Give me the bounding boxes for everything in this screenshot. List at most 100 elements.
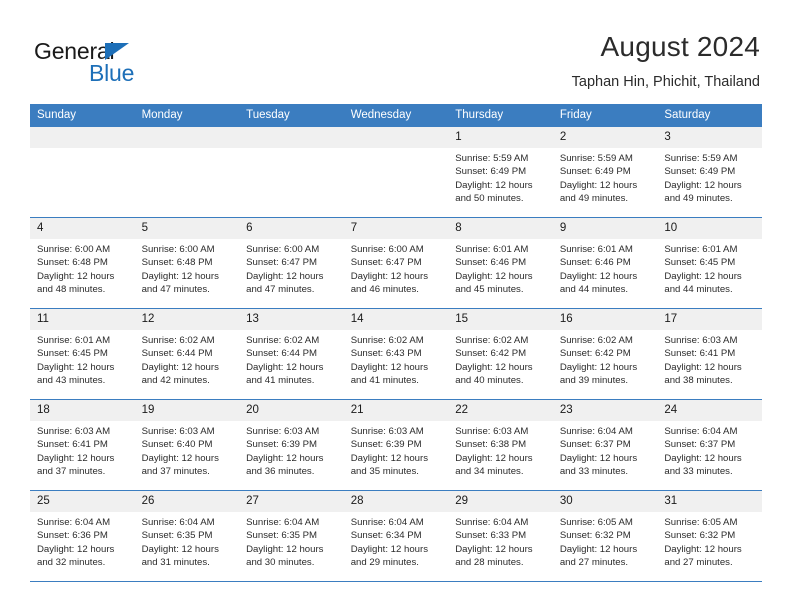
day-details: Sunrise: 6:00 AM Sunset: 6:47 PM Daylight:… [239, 239, 344, 297]
sunset-text: Sunset: 6:49 PM [559, 166, 631, 178]
day-number: 14 [343, 309, 449, 330]
day-number: 9 [552, 218, 658, 239]
sunrise-text: Sunrise: 6:03 AM [141, 426, 215, 437]
calendar-day-cell[interactable]: 7 Sunrise: 6:00 AM Sunset: 6:47 PM Daylight… [343, 217, 449, 309]
day-box [134, 127, 240, 217]
day-details: Sunrise: 6:01 AM Sunset: 6:46 PM Daylight:… [448, 239, 553, 297]
day-details: Sunrise: 6:03 AM Sunset: 6:39 PM Daylight:… [239, 421, 344, 479]
daylight-text-line1: Daylight: 12 hours [37, 452, 115, 464]
daylight-text-line1: Daylight: 12 hours [455, 361, 533, 373]
calendar-day-cell[interactable]: 3 Sunrise: 5:59 AM Sunset: 6:49 PM Daylight… [657, 126, 762, 218]
day-number: 7 [343, 218, 449, 239]
calendar-day-cell[interactable]: 16 Sunrise: 6:02 AM Sunset: 6:42 PM Dayligh… [552, 308, 658, 400]
calendar-day-cell[interactable]: 11 Sunrise: 6:01 AM Sunset: 6:45 PM Dayligh… [30, 308, 135, 400]
daylight-text-line1: Daylight: 12 hours [246, 361, 324, 373]
calendar-day-cell[interactable]: 24 Sunrise: 6:04 AM Sunset: 6:37 PM Dayligh… [657, 399, 762, 491]
daylight-text-line2: and 47 minutes. [246, 284, 315, 296]
daylight-text-line2: and 34 minutes. [455, 466, 524, 478]
sunset-text: Sunset: 6:46 PM [455, 257, 527, 269]
sunset-text: Sunset: 6:35 PM [246, 530, 318, 542]
day-number: 4 [30, 218, 135, 239]
calendar-day-cell[interactable]: 5 Sunrise: 6:00 AM Sunset: 6:48 PM Daylight… [134, 217, 240, 309]
day-number: 15 [448, 309, 553, 330]
calendar-day-cell[interactable]: 28 Sunrise: 6:04 AM Sunset: 6:34 PM Dayligh… [343, 490, 449, 582]
day-number: 31 [657, 491, 762, 512]
sunrise-text: Sunrise: 6:01 AM [664, 244, 738, 255]
calendar-day-cell[interactable]: 10 Sunrise: 6:01 AM Sunset: 6:45 PM Dayligh… [657, 217, 762, 309]
sunset-text: Sunset: 6:32 PM [664, 530, 736, 542]
day-box: 3 Sunrise: 5:59 AM Sunset: 6:49 PM Daylight… [657, 127, 762, 217]
sunset-text: Sunset: 6:46 PM [559, 257, 631, 269]
calendar-day-cell[interactable]: 17 Sunrise: 6:03 AM Sunset: 6:41 PM Dayligh… [657, 308, 762, 400]
weekday-header-friday: Friday [552, 104, 658, 127]
calendar-day-cell[interactable]: 25 Sunrise: 6:04 AM Sunset: 6:36 PM Dayligh… [30, 490, 135, 582]
day-number: 30 [552, 491, 658, 512]
day-box: 18 Sunrise: 6:03 AM Sunset: 6:41 PM Dayligh… [30, 400, 135, 490]
calendar-day-cell[interactable]: 23 Sunrise: 6:04 AM Sunset: 6:37 PM Dayligh… [552, 399, 658, 491]
calendar-day-cell[interactable]: 27 Sunrise: 6:04 AM Sunset: 6:35 PM Dayligh… [239, 490, 344, 582]
day-box: 19 Sunrise: 6:03 AM Sunset: 6:40 PM Dayligh… [134, 400, 240, 490]
day-details: Sunrise: 6:02 AM Sunset: 6:44 PM Daylight:… [239, 330, 344, 388]
day-number: 13 [239, 309, 344, 330]
calendar-day-cell[interactable]: 30 Sunrise: 6:05 AM Sunset: 6:32 PM Dayligh… [552, 490, 658, 582]
daylight-text-line2: and 30 minutes. [246, 557, 315, 569]
sunset-text: Sunset: 6:32 PM [559, 530, 631, 542]
day-number: 1 [448, 127, 553, 148]
calendar-day-cell[interactable]: 9 Sunrise: 6:01 AM Sunset: 6:46 PM Daylight… [552, 217, 658, 309]
calendar-day-cell[interactable]: 26 Sunrise: 6:04 AM Sunset: 6:35 PM Dayligh… [134, 490, 240, 582]
day-number: 8 [448, 218, 553, 239]
calendar-day-cell[interactable]: 19 Sunrise: 6:03 AM Sunset: 6:40 PM Dayligh… [134, 399, 240, 491]
sunset-text: Sunset: 6:34 PM [350, 530, 422, 542]
daylight-text-line2: and 37 minutes. [37, 466, 106, 478]
daylight-text-line2: and 32 minutes. [37, 557, 106, 569]
sunrise-text: Sunrise: 6:01 AM [37, 335, 111, 346]
sunset-text: Sunset: 6:43 PM [350, 348, 422, 360]
calendar-day-cell[interactable]: 31 Sunrise: 6:05 AM Sunset: 6:32 PM Dayligh… [657, 490, 762, 582]
calendar-day-cell[interactable]: 4 Sunrise: 6:00 AM Sunset: 6:48 PM Daylight… [30, 217, 135, 309]
day-box: 25 Sunrise: 6:04 AM Sunset: 6:36 PM Dayligh… [30, 491, 135, 581]
calendar-body: 1 Sunrise: 5:59 AM Sunset: 6:49 PM Daylight… [30, 126, 762, 582]
calendar-day-cell[interactable]: 21 Sunrise: 6:03 AM Sunset: 6:39 PM Dayligh… [343, 399, 449, 491]
sunrise-text: Sunrise: 6:04 AM [37, 517, 111, 528]
calendar-day-cell[interactable]: 22 Sunrise: 6:03 AM Sunset: 6:38 PM Dayligh… [448, 399, 553, 491]
daylight-text-line2: and 28 minutes. [455, 557, 524, 569]
day-number: 21 [343, 400, 449, 421]
day-number: 11 [30, 309, 135, 330]
brand-logo[interactable]: General Blue [34, 38, 234, 86]
calendar-day-cell[interactable]: 6 Sunrise: 6:00 AM Sunset: 6:47 PM Daylight… [239, 217, 344, 309]
weekday-header-sunday: Sunday [30, 104, 135, 127]
day-box [343, 127, 449, 217]
calendar-day-cell[interactable]: 15 Sunrise: 6:02 AM Sunset: 6:42 PM Dayligh… [448, 308, 553, 400]
sunrise-text: Sunrise: 6:02 AM [559, 335, 633, 346]
sunrise-text: Sunrise: 6:02 AM [141, 335, 215, 346]
calendar-day-cell[interactable]: 14 Sunrise: 6:02 AM Sunset: 6:43 PM Dayligh… [343, 308, 449, 400]
day-details: Sunrise: 6:00 AM Sunset: 6:48 PM Daylight:… [135, 239, 240, 297]
sunset-text: Sunset: 6:42 PM [455, 348, 527, 360]
day-details: Sunrise: 6:05 AM Sunset: 6:32 PM Daylight:… [657, 512, 762, 570]
calendar-day-cell[interactable]: 1 Sunrise: 5:59 AM Sunset: 6:49 PM Daylight… [448, 126, 553, 218]
daylight-text-line2: and 37 minutes. [141, 466, 210, 478]
day-details: Sunrise: 6:05 AM Sunset: 6:32 PM Daylight:… [553, 512, 658, 570]
sunrise-text: Sunrise: 6:00 AM [141, 244, 215, 255]
calendar-day-cell[interactable]: 12 Sunrise: 6:02 AM Sunset: 6:44 PM Dayligh… [134, 308, 240, 400]
calendar-day-cell[interactable]: 29 Sunrise: 6:04 AM Sunset: 6:33 PM Dayligh… [448, 490, 553, 582]
daylight-text-line2: and 27 minutes. [559, 557, 629, 569]
sunrise-text: Sunrise: 6:04 AM [141, 517, 215, 528]
daylight-text-line2: and 49 minutes. [664, 193, 733, 205]
calendar-day-cell[interactable]: 13 Sunrise: 6:02 AM Sunset: 6:44 PM Dayligh… [239, 308, 344, 400]
day-box: 22 Sunrise: 6:03 AM Sunset: 6:38 PM Dayligh… [448, 400, 553, 490]
calendar-day-cell[interactable]: 20 Sunrise: 6:03 AM Sunset: 6:39 PM Dayligh… [239, 399, 344, 491]
day-details: Sunrise: 6:01 AM Sunset: 6:45 PM Daylight:… [657, 239, 762, 297]
calendar-day-cell[interactable]: 18 Sunrise: 6:03 AM Sunset: 6:41 PM Dayligh… [30, 399, 135, 491]
calendar-day-cell[interactable]: 8 Sunrise: 6:01 AM Sunset: 6:46 PM Daylight… [448, 217, 553, 309]
day-details: Sunrise: 6:04 AM Sunset: 6:37 PM Daylight:… [657, 421, 762, 479]
weekday-header-wednesday: Wednesday [343, 104, 449, 127]
day-number: 24 [657, 400, 762, 421]
calendar-day-cell[interactable]: 2 Sunrise: 5:59 AM Sunset: 6:49 PM Daylight… [552, 126, 658, 218]
sunset-text: Sunset: 6:37 PM [559, 439, 631, 451]
day-number: 19 [134, 400, 240, 421]
sunset-text: Sunset: 6:36 PM [37, 530, 108, 542]
day-number [134, 127, 240, 148]
day-box: 31 Sunrise: 6:05 AM Sunset: 6:32 PM Dayligh… [657, 491, 762, 581]
daylight-text-line1: Daylight: 12 hours [664, 179, 742, 191]
